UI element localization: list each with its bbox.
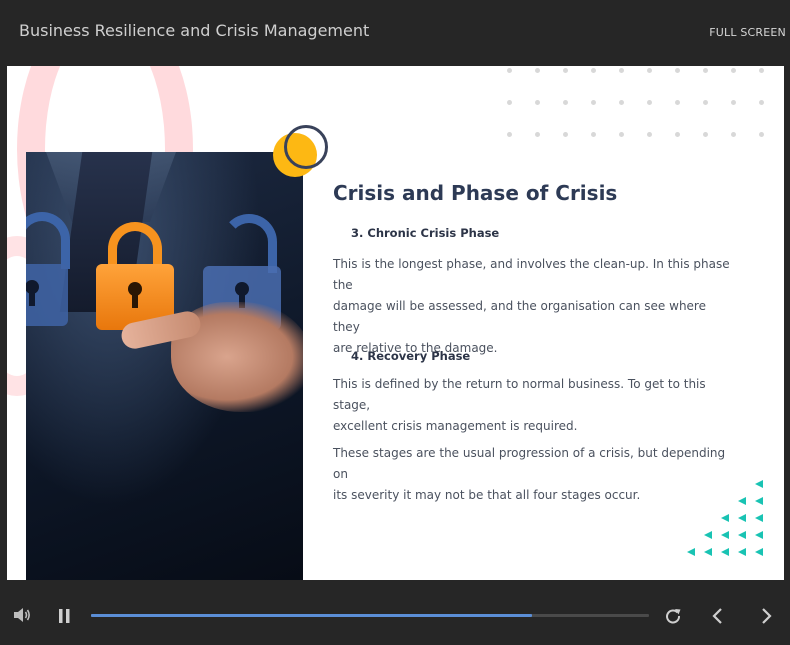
decorative-dot (675, 100, 680, 105)
decorative-dot (731, 68, 736, 73)
decorative-dot (563, 132, 568, 137)
text-line: damage will be assessed, and the organis… (333, 299, 706, 334)
decorative-dot (619, 132, 624, 137)
replay-icon[interactable] (664, 607, 682, 625)
decorative-triangle (755, 548, 763, 556)
decorative-navy-ring (284, 125, 328, 169)
chevron-right-icon[interactable] (758, 606, 774, 626)
decorative-dot (647, 100, 652, 105)
decorative-dot (535, 68, 540, 73)
phase-heading-chronic: 3. Chronic Crisis Phase (351, 226, 500, 240)
decorative-dot (647, 132, 652, 137)
chevron-left-icon[interactable] (710, 606, 726, 626)
decorative-dot (591, 100, 596, 105)
decorative-dot (675, 132, 680, 137)
decorative-triangle (738, 548, 746, 556)
decorative-triangle (738, 531, 746, 539)
decorative-triangle (704, 531, 712, 539)
decorative-triangle (687, 548, 695, 556)
closing-text: These stages are the usual progression o… (333, 443, 733, 506)
decorative-dot (591, 68, 596, 73)
decorative-triangle (721, 531, 729, 539)
decorative-triangle (721, 514, 729, 522)
decorative-dot (647, 68, 652, 73)
player-controls (0, 580, 790, 645)
phase-heading-recovery: 4. Recovery Phase (351, 349, 471, 363)
decorative-dot (507, 68, 512, 73)
phase-text-chronic: This is the longest phase, and involves … (333, 254, 733, 359)
decorative-triangle (755, 514, 763, 522)
decorative-dot (731, 132, 736, 137)
decorative-dot (619, 100, 624, 105)
text-line: This is defined by the return to normal … (333, 377, 706, 412)
decorative-dot (619, 68, 624, 73)
text-line: its severity it may not be that all four… (333, 488, 641, 502)
decorative-triangle (704, 548, 712, 556)
decorative-triangle (755, 480, 763, 488)
decorative-dot (563, 100, 568, 105)
decorative-dot (563, 68, 568, 73)
course-title: Business Resilience and Crisis Managemen… (19, 21, 370, 40)
decorative-dot (675, 68, 680, 73)
decorative-dot (703, 100, 708, 105)
decorative-dot (535, 132, 540, 137)
pause-icon[interactable] (58, 608, 72, 624)
progress-bar[interactable] (91, 614, 649, 617)
decorative-dot (507, 100, 512, 105)
decorative-triangle (738, 514, 746, 522)
decorative-dot (759, 100, 764, 105)
decorative-dot (759, 132, 764, 137)
slide-heading: Crisis and Phase of Crisis (333, 181, 618, 205)
slide-canvas: Crisis and Phase of Crisis 3. Chronic Cr… (7, 66, 784, 580)
decorative-triangle (738, 497, 746, 505)
decorative-dot (731, 100, 736, 105)
phase-text-recovery: This is defined by the return to normal … (333, 374, 733, 437)
progress-fill (91, 614, 532, 617)
padlock-photo (26, 152, 303, 580)
decorative-dot (759, 68, 764, 73)
decorative-dot (535, 100, 540, 105)
decorative-triangle (755, 497, 763, 505)
text-line: These stages are the usual progression o… (333, 446, 726, 481)
fullscreen-button[interactable]: FULL SCREEN (709, 26, 786, 39)
decorative-dot (703, 132, 708, 137)
decorative-dot (703, 68, 708, 73)
text-line: excellent crisis management is required. (333, 419, 578, 433)
decorative-dot (507, 132, 512, 137)
volume-icon[interactable] (13, 606, 33, 624)
decorative-triangle (755, 531, 763, 539)
decorative-triangle (721, 548, 729, 556)
top-bar: Business Resilience and Crisis Managemen… (0, 0, 790, 66)
decorative-dot (591, 132, 596, 137)
text-line: This is the longest phase, and involves … (333, 257, 730, 292)
